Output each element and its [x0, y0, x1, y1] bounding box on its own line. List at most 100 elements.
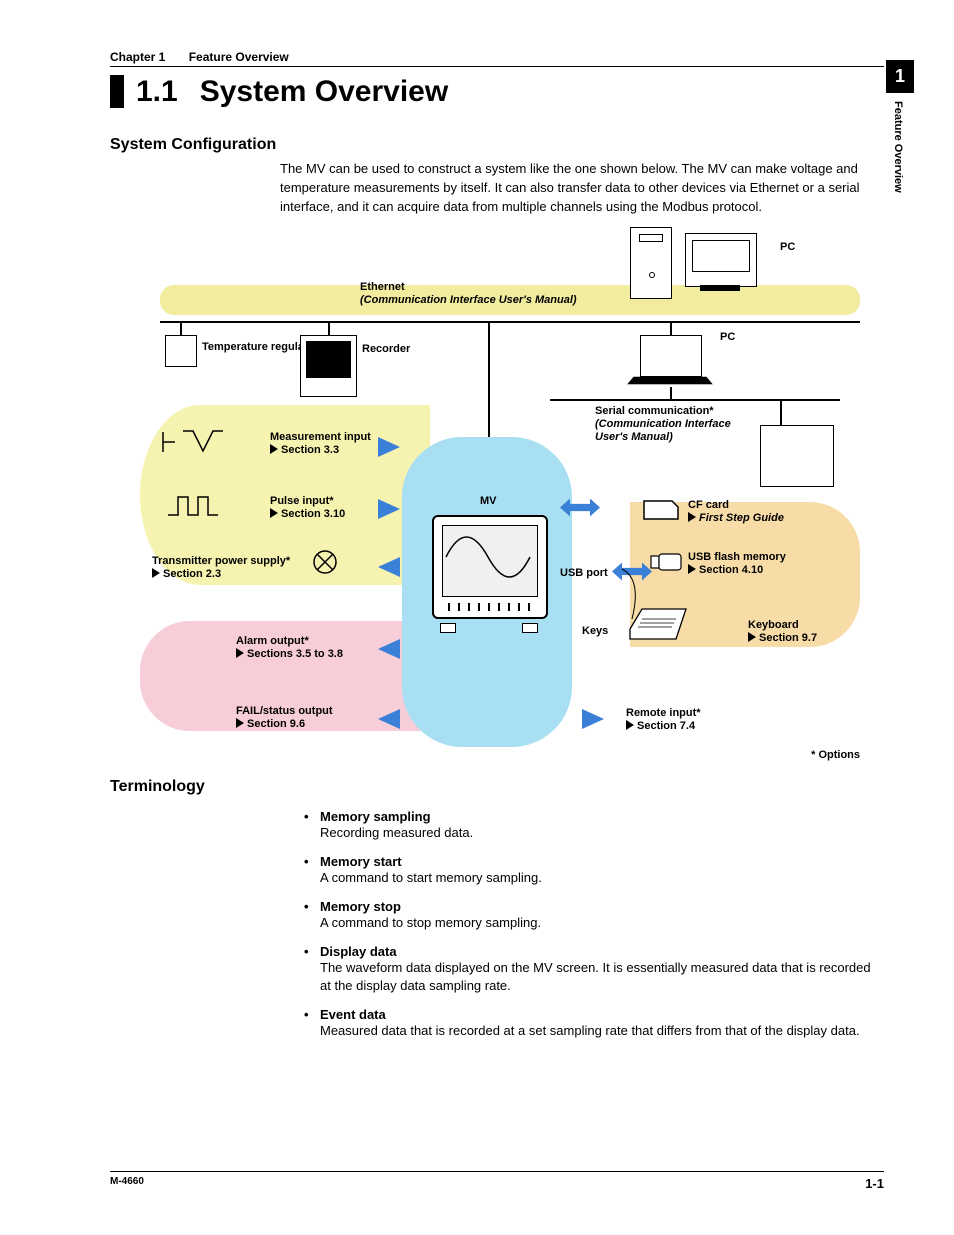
ref-arrow-icon — [236, 718, 247, 730]
fail-output-text: FAIL/status output — [236, 705, 333, 717]
pc-tower-icon — [630, 227, 672, 299]
recorder-icon — [300, 335, 357, 397]
system-config-paragraph: The MV can be used to construct a system… — [280, 160, 884, 217]
recorder-label: Recorder — [362, 343, 410, 356]
usb-flash-ref: Section 4.10 — [699, 564, 763, 576]
serial-drop — [670, 387, 672, 401]
alarm-output-label: Alarm output* Sections 3.5 to 3.8 — [236, 635, 343, 661]
section-number: 1.1 — [136, 75, 178, 108]
usb-flash-label: USB flash memory Section 4.10 — [688, 551, 786, 577]
cf-card-icon — [640, 497, 680, 523]
ethernet-bus-line — [160, 321, 860, 323]
pulse-icon — [166, 493, 236, 519]
usb-port-label: USB port — [560, 567, 608, 580]
alarm-output-text: Alarm output* — [236, 635, 309, 647]
transmitter-ref: Section 2.3 — [163, 568, 221, 580]
system-config-heading: System Configuration — [110, 136, 884, 154]
fail-output-label: FAIL/status output Section 9.6 — [236, 705, 333, 731]
ref-arrow-icon — [688, 512, 699, 524]
section-bar — [110, 75, 124, 108]
laptop-icon — [630, 335, 710, 387]
page-footer: M-4660 1-1 — [110, 1171, 884, 1191]
keyboard-ref: Section 9.7 — [759, 632, 817, 644]
usb-flash-text: USB flash memory — [688, 551, 786, 563]
term-desc: Measured data that is recorded at a set … — [320, 1022, 884, 1040]
chapter-header: Chapter 1 Feature Overview — [110, 50, 884, 67]
pc-label-2: PC — [720, 331, 735, 343]
ref-arrow-icon — [748, 632, 759, 644]
arrow-left-icon — [378, 557, 400, 577]
term-item: Memory sampling Recording measured data. — [320, 809, 884, 842]
options-footnote: * Options — [811, 749, 860, 761]
terminology-heading: Terminology — [110, 778, 884, 796]
term-desc: A command to stop memory sampling. — [320, 914, 884, 932]
transmitter-label: Transmitter power supply* Section 2.3 — [152, 555, 290, 581]
chapter-title: Feature Overview — [189, 50, 289, 64]
term-title: Display data — [320, 944, 884, 959]
term-desc: Recording measured data. — [320, 824, 884, 842]
arrow-right-icon — [378, 437, 400, 457]
ref-arrow-icon — [270, 444, 281, 456]
eth-drop — [328, 321, 330, 335]
ethernet-title: Ethernet — [360, 281, 405, 293]
side-tab-number: 1 — [886, 60, 914, 93]
measurement-input-label: Measurement input Section 3.3 — [270, 431, 371, 457]
side-tab: 1 Feature Overview — [886, 60, 914, 193]
doc-id: M-4660 — [110, 1176, 144, 1191]
pc-monitor-base — [700, 285, 740, 291]
section-name: System Overview — [200, 75, 448, 108]
keyboard-label: Keyboard Section 9.7 — [748, 619, 817, 645]
ref-arrow-icon — [626, 720, 637, 732]
cf-card-label: CF card First Step Guide — [688, 499, 784, 525]
fail-output-ref: Section 9.6 — [247, 718, 305, 730]
term-desc: The waveform data displayed on the MV sc… — [320, 959, 884, 995]
transmitter-text: Transmitter power supply* — [152, 555, 290, 567]
serial-device-icon — [760, 425, 834, 487]
term-item: Memory stop A command to stop memory sam… — [320, 899, 884, 932]
thermocouple-icon — [158, 427, 258, 457]
arrow-right-icon — [582, 709, 604, 729]
mv-label: MV — [480, 495, 497, 508]
ref-arrow-icon — [152, 568, 163, 580]
pc-monitor-icon — [685, 233, 757, 287]
term-title: Memory start — [320, 854, 884, 869]
mv-sine-icon — [444, 527, 532, 587]
pulse-input-ref: Section 3.10 — [281, 508, 345, 520]
serial-comm-label: Serial communication* (Communication Int… — [595, 405, 755, 445]
term-item: Display data The waveform data displayed… — [320, 944, 884, 995]
transmitter-icon — [312, 549, 338, 575]
laptop-base — [626, 376, 715, 385]
ethernet-label: Ethernet (Communication Interface User's… — [360, 281, 577, 307]
remote-input-text: Remote input* — [626, 707, 701, 719]
serial-line — [550, 399, 840, 401]
arrow-right-icon — [378, 499, 400, 519]
ethernet-sub: (Communication Interface User's Manual) — [360, 294, 577, 306]
cf-card-ref: First Step Guide — [699, 512, 784, 524]
laptop-screen — [640, 335, 702, 377]
term-title: Memory stop — [320, 899, 884, 914]
eth-drop — [180, 321, 182, 335]
term-item: Memory start A command to start memory s… — [320, 854, 884, 887]
remote-input-ref: Section 7.4 — [637, 720, 695, 732]
pulse-input-label: Pulse input* Section 3.10 — [270, 495, 345, 521]
term-title: Event data — [320, 1007, 884, 1022]
eth-drop — [488, 321, 490, 441]
mv-foot — [440, 623, 456, 633]
ref-arrow-icon — [236, 648, 247, 660]
keyboard-text: Keyboard — [748, 619, 799, 631]
section-title: 1.1 System Overview — [110, 75, 884, 108]
term-item: Event data Measured data that is recorde… — [320, 1007, 884, 1040]
system-diagram: Ethernet (Communication Interface User's… — [140, 227, 860, 762]
alarm-output-ref: Sections 3.5 to 3.8 — [247, 648, 343, 660]
remote-input-label: Remote input* Section 7.4 — [626, 707, 701, 733]
measurement-input-text: Measurement input — [270, 431, 371, 443]
side-tab-label: Feature Overview — [892, 93, 904, 193]
measurement-input-ref: Section 3.3 — [281, 444, 339, 456]
serial-comm-sub: (Communication Interface User's Manual) — [595, 418, 731, 443]
ref-arrow-icon — [270, 508, 281, 520]
serial-comm-title: Serial communication* — [595, 405, 714, 417]
term-desc: A command to start memory sampling. — [320, 869, 884, 887]
temp-regulator-icon — [165, 335, 197, 367]
chapter-label: Chapter 1 — [110, 50, 165, 64]
arrow-left-icon — [378, 639, 400, 659]
